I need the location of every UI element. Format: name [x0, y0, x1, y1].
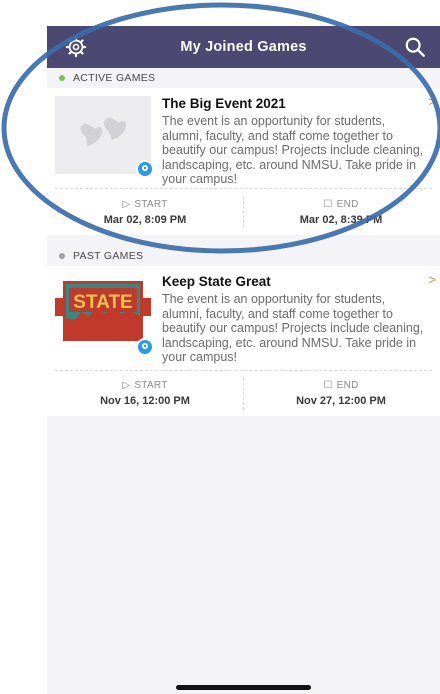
card-divider — [55, 370, 432, 371]
game-card-active[interactable]: The Big Event 2021 The event is an oppor… — [47, 88, 440, 235]
home-indicator[interactable] — [176, 685, 311, 690]
section-header-past: PAST GAMES — [47, 246, 440, 266]
end-time: Mar 02, 8:39 PM — [299, 214, 383, 226]
start-time-block: ▷ START Mar 02, 8:09 PM — [47, 199, 243, 226]
play-icon: ▷ — [122, 199, 131, 210]
search-icon[interactable] — [404, 36, 426, 58]
logo-text: STATE — [73, 292, 132, 313]
start-label: START — [134, 199, 168, 210]
game-description: The event is an opportunity for students… — [162, 292, 424, 365]
start-time: Nov 16, 12:00 PM — [100, 395, 190, 407]
chevron-right-icon[interactable]: > — [428, 94, 436, 109]
section-header-active: ACTIVE GAMES — [47, 68, 440, 88]
game-logo: STATE — [55, 276, 151, 346]
chevron-right-icon[interactable]: > — [428, 272, 436, 287]
game-description: The event is an opportunity for students… — [162, 114, 424, 187]
end-time-block: ☐ END Mar 02, 8:39 PM — [243, 199, 439, 226]
start-label: START — [134, 380, 168, 391]
page-title: My Joined Games — [180, 39, 307, 55]
stop-icon: ☐ — [323, 199, 333, 210]
game-title: Keep State Great — [162, 274, 271, 289]
location-pin-icon — [136, 338, 154, 356]
game-thumbnail — [55, 96, 151, 174]
past-status-dot — [59, 253, 65, 259]
game-card-past[interactable]: STATE Keep State Great The event is an o… — [47, 266, 440, 416]
end-label: END — [336, 380, 359, 391]
end-label: END — [336, 199, 359, 210]
footprints-icon — [80, 117, 126, 146]
location-pin-icon — [136, 160, 154, 178]
keep-state-great-logo: STATE — [55, 281, 151, 341]
section-label: PAST GAMES — [73, 250, 144, 262]
end-time: Nov 27, 12:00 PM — [296, 395, 386, 407]
active-status-dot — [59, 75, 65, 81]
play-icon: ▷ — [122, 380, 131, 391]
start-time-block: ▷ START Nov 16, 12:00 PM — [47, 380, 243, 407]
game-title: The Big Event 2021 — [162, 96, 286, 111]
gear-icon[interactable] — [65, 36, 87, 58]
stop-icon: ☐ — [323, 380, 333, 391]
end-time-block: ☐ END Nov 27, 12:00 PM — [243, 380, 439, 407]
start-time: Mar 02, 8:09 PM — [103, 214, 187, 226]
app-screen: My Joined Games ACTIVE GAMES The Big Eve… — [47, 22, 440, 694]
app-header: My Joined Games — [47, 26, 440, 68]
card-divider — [55, 188, 432, 189]
section-label: ACTIVE GAMES — [73, 72, 156, 84]
